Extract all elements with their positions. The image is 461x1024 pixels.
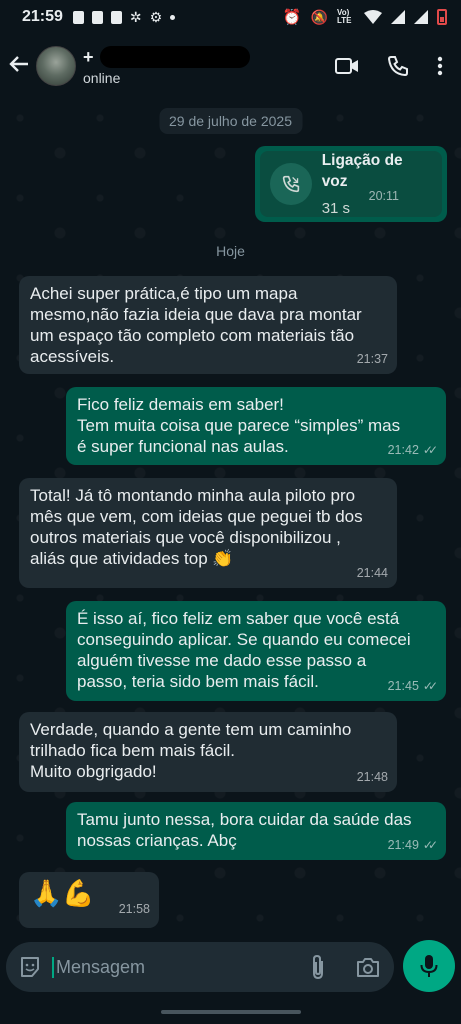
- message-line: trilhado fica bem mais fácil.: [30, 741, 236, 760]
- voice-call-icon: [270, 163, 312, 205]
- chat-header: + online: [0, 34, 461, 98]
- message-line: É isso aí, fico feliz em saber que você …: [77, 609, 400, 628]
- message-field-container: [6, 942, 394, 992]
- back-arrow-icon[interactable]: [0, 51, 36, 82]
- read-ticks-icon: ✓✓: [422, 679, 438, 693]
- more-notifications-icon: [170, 14, 176, 20]
- message-line: Verdade, quando a gente tem um caminho: [30, 720, 352, 739]
- notification-icons: ✲ ⚙: [72, 8, 176, 26]
- contact-status: online: [83, 70, 121, 86]
- signal-icon: [414, 10, 428, 24]
- contact-name-prefix: +: [83, 46, 94, 67]
- message-bubble-incoming[interactable]: Verdade, quando a gente tem um caminho t…: [19, 712, 397, 792]
- message-line: Achei super prática,é tipo um mapa: [30, 284, 298, 303]
- wifi-icon: [364, 10, 382, 24]
- message-time: 21:48: [356, 770, 388, 784]
- message-line: alguém tivesse me dado esse passo a: [77, 651, 367, 670]
- camera-icon[interactable]: [356, 956, 380, 978]
- chat-area[interactable]: 29 de julho de 2025 Ligação de voz 31 s …: [0, 98, 461, 938]
- message-bubble-incoming[interactable]: Achei super prática,é tipo um mapa mesmo…: [19, 276, 397, 374]
- message-input[interactable]: [52, 956, 282, 978]
- mic-icon: [420, 955, 438, 977]
- message-line: Tamu junto nessa, bora cuidar da saúde d…: [77, 810, 412, 829]
- gear-icon: ⚙: [149, 8, 163, 25]
- read-ticks-icon: ✓✓: [422, 838, 438, 852]
- more-vert-icon[interactable]: [437, 56, 443, 76]
- status-time: 21:59: [22, 8, 63, 25]
- message-bubble-incoming[interactable]: 🙏💪 21:58: [19, 872, 159, 928]
- attach-icon[interactable]: [310, 954, 326, 980]
- pinwheel-icon: ✲: [129, 8, 142, 25]
- message-line: é super funcional nas aulas.: [77, 437, 289, 456]
- message-line: conseguindo aplicar. Se quando eu comece…: [77, 630, 411, 649]
- message-line: aliás que atividades top 👏: [30, 549, 234, 568]
- message-time: 21:42: [387, 443, 419, 457]
- avatar[interactable]: [36, 46, 76, 86]
- message-line: Tem muita coisa que parece “simples” mas: [77, 416, 401, 435]
- shopping-icon: [72, 10, 84, 24]
- message-line: Muito obgrigado!: [30, 762, 157, 781]
- message-line: mesmo,não fazia ideia que dava pra monta…: [30, 305, 362, 324]
- message-input-bar: [0, 938, 461, 998]
- home-gesture-handle[interactable]: [161, 1010, 301, 1014]
- message-bubble-outgoing[interactable]: É isso aí, fico feliz em saber que você …: [66, 601, 446, 701]
- voice-call-bubble[interactable]: Ligação de voz 31 s 20:11: [255, 146, 447, 222]
- document-icon: [110, 10, 122, 24]
- alarm-icon: ⏰: [282, 9, 302, 26]
- network-label: Vo) LTE: [337, 8, 352, 25]
- phone-icon[interactable]: [387, 55, 409, 77]
- message-line: mês que vem, com ideias que peguei tb do…: [30, 507, 363, 526]
- contact-info[interactable]: + online: [83, 46, 250, 86]
- document-icon: [91, 10, 103, 24]
- message-line: Total! Já tô montando minha aula piloto …: [30, 486, 356, 505]
- message-line: acessíveis.: [30, 347, 115, 366]
- message-time: 21:37: [356, 352, 388, 366]
- message-line: outros materiais que você disponibilizou…: [30, 528, 341, 547]
- sticker-icon[interactable]: [18, 955, 42, 979]
- signal-icon: [391, 10, 405, 24]
- mute-icon: 🔕: [310, 8, 328, 25]
- video-call-icon[interactable]: [335, 57, 359, 75]
- date-separator: Hoje: [216, 243, 245, 259]
- message-bubble-outgoing[interactable]: Tamu junto nessa, bora cuidar da saúde d…: [66, 802, 446, 860]
- message-time: 21:45: [387, 679, 419, 693]
- message-time: 21:44: [356, 566, 388, 580]
- redacted-contact-name: [99, 46, 250, 68]
- message-time: 21:49: [387, 838, 419, 852]
- message-bubble-incoming[interactable]: Total! Já tô montando minha aula piloto …: [19, 478, 397, 588]
- message-time: 20:11: [368, 189, 399, 203]
- message-line: passo, teria sido bem mais fácil.: [77, 672, 319, 691]
- read-ticks-icon: ✓✓: [422, 443, 438, 457]
- date-separator: 29 de julho de 2025: [159, 108, 302, 134]
- system-nav-bar: [0, 998, 461, 1024]
- message-line: nossas crianças. Abç: [77, 831, 237, 850]
- message-line: um espaço tão completo com materiais tão: [30, 326, 355, 345]
- message-time: 21:58: [118, 902, 150, 916]
- status-bar: 21:59 ✲ ⚙ ⏰ 🔕 Vo) LTE: [0, 0, 461, 34]
- message-line: Fico feliz demais em saber!: [77, 395, 284, 414]
- contact-name: +: [83, 46, 250, 68]
- battery-icon: [437, 9, 447, 25]
- message-bubble-outgoing[interactable]: Fico feliz demais em saber! Tem muita co…: [66, 387, 446, 465]
- mic-button[interactable]: [403, 940, 455, 992]
